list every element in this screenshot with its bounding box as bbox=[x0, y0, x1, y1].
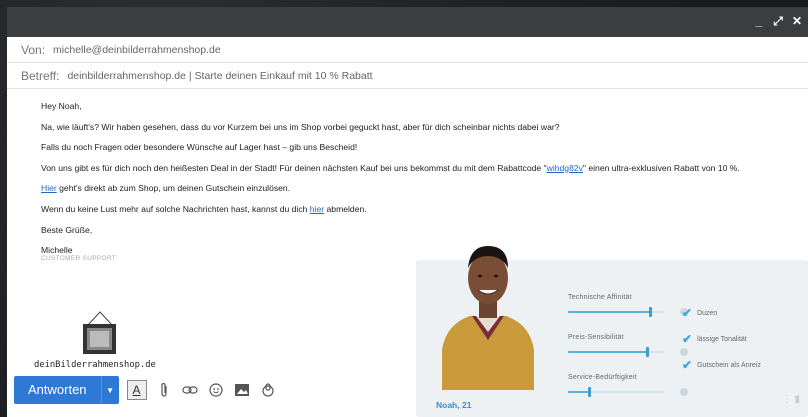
tag-tonality: ✔ lässige Tonalität bbox=[682, 332, 747, 346]
reply-dropdown-icon[interactable]: ▼ bbox=[100, 376, 119, 404]
email-body: Hey Noah, Na, wie läuft's? Wir haben ges… bbox=[7, 89, 808, 264]
metric-label-service: Service-Bedürftigkeit bbox=[568, 374, 637, 381]
format-text-icon[interactable]: A bbox=[126, 380, 147, 400]
tag-label: Duzen bbox=[697, 309, 718, 317]
card-menu-icon[interactable]: ⋮ ▮ bbox=[782, 394, 800, 405]
paragraph-5-text-end: abmelden. bbox=[324, 203, 367, 214]
minimize-icon[interactable]: _ bbox=[754, 15, 764, 27]
paragraph-3-text-end: " einen ultra-exklusiven Rabatt von 10 %… bbox=[582, 162, 740, 173]
paragraph-5-text: Wenn du keine Lust mehr auf solche Nachr… bbox=[41, 203, 310, 214]
metric-label-price: Preis-Sensibilität bbox=[568, 334, 624, 341]
picture-frame-icon bbox=[83, 324, 116, 354]
customer-avatar bbox=[442, 246, 534, 390]
paragraph-4-text: geht's direkt ab zum Shop, um deinen Gut… bbox=[56, 183, 291, 194]
subject-row: Betreff: deinbilderrahmenshop.de | Start… bbox=[7, 63, 808, 89]
tag-voucher: ✔ Gutschein als Anreiz bbox=[682, 358, 761, 372]
metric-slider-price bbox=[568, 347, 688, 357]
expand-icon[interactable]: ⤢ bbox=[773, 15, 783, 27]
attachment-icon[interactable] bbox=[155, 381, 173, 399]
emoji-icon[interactable] bbox=[207, 381, 225, 399]
reply-label[interactable]: Antworten bbox=[14, 376, 101, 404]
tag-label: lässige Tonalität bbox=[697, 335, 747, 343]
metric-fill-service bbox=[568, 391, 590, 393]
metric-end-dot bbox=[680, 388, 688, 396]
discount-code-link[interactable]: wihdg82v bbox=[547, 163, 583, 173]
window-controls: _ ⤢ ✕ bbox=[754, 15, 802, 27]
metric-slider-tech bbox=[568, 307, 688, 317]
subject-value: deinbilderrahmenshop.de | Starte deinen … bbox=[67, 69, 373, 82]
paragraph-4: Hier geht's direkt ab zum Shop, um deine… bbox=[41, 183, 771, 195]
customer-name: Noah, 21 bbox=[436, 400, 472, 410]
from-row: Von: michelle@deinbilderrahmenshop.de bbox=[7, 37, 808, 63]
image-icon[interactable] bbox=[233, 381, 251, 399]
metric-end-dot bbox=[680, 348, 688, 356]
logo-text: deinBilderrahmenshop.de bbox=[34, 360, 156, 370]
paragraph-3-text: Von uns gibt es für dich noch den heißes… bbox=[41, 162, 547, 173]
metric-fill-tech bbox=[568, 311, 650, 313]
metric-knob-price bbox=[645, 347, 649, 357]
checkmark-icon: ✔ bbox=[682, 332, 693, 346]
closing: Beste Grüße, bbox=[41, 224, 93, 235]
tag-duzen: ✔ Duzen bbox=[682, 306, 717, 320]
greeting: Hey Noah, bbox=[41, 101, 82, 111]
metric-slider-service bbox=[568, 387, 688, 397]
window-titlebar: _ ⤢ ✕ bbox=[7, 7, 808, 37]
link-icon[interactable] bbox=[181, 381, 199, 399]
reply-button[interactable]: Antworten ▼ bbox=[14, 376, 119, 404]
paragraph-2: Falls du noch Fragen oder besondere Wüns… bbox=[41, 142, 358, 153]
lock-icon[interactable] bbox=[259, 381, 277, 399]
metric-knob-tech bbox=[648, 307, 652, 317]
subject-label: Betreff: bbox=[21, 68, 60, 83]
metric-fill-price bbox=[568, 351, 647, 353]
from-value: michelle@deinbilderrahmenshop.de bbox=[53, 43, 221, 56]
shop-link[interactable]: Hier bbox=[41, 183, 57, 193]
close-icon[interactable]: ✕ bbox=[792, 15, 802, 27]
checkmark-icon: ✔ bbox=[682, 306, 693, 320]
compose-toolbar: Antworten ▼ A bbox=[14, 376, 277, 404]
from-label: Von: bbox=[21, 42, 46, 57]
checkmark-icon: ✔ bbox=[682, 358, 693, 372]
unsubscribe-link[interactable]: hier bbox=[310, 204, 324, 214]
paragraph-3: Von uns gibt es für dich noch den heißes… bbox=[41, 163, 771, 175]
metric-knob-service bbox=[588, 387, 592, 397]
paragraph-1: Na, wie läuft's? Wir haben gesehen, dass… bbox=[41, 121, 560, 132]
tag-label: Gutschein als Anreiz bbox=[697, 361, 761, 369]
metric-label-tech: Technische Affinität bbox=[568, 294, 632, 301]
paragraph-5: Wenn du keine Lust mehr auf solche Nachr… bbox=[41, 204, 771, 216]
